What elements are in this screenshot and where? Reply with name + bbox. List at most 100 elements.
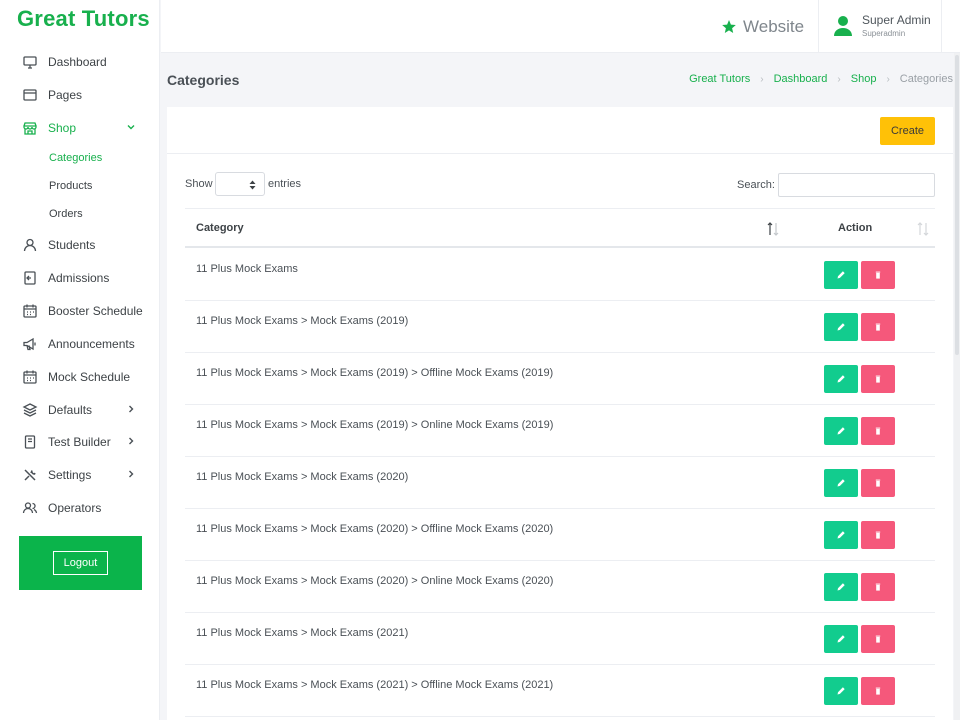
sort-icon[interactable] [766,221,780,237]
sidebar-item-label: Pages [48,88,83,102]
column-header-action: Action [838,222,873,234]
brand-logo[interactable]: Great Tutors [17,6,150,32]
website-link[interactable]: Website [721,17,804,37]
category-cell: 11 Plus Mock Exams > Mock Exams (2020) >… [196,523,554,535]
scrollbar-thumb[interactable] [955,55,959,355]
window-icon [22,87,38,103]
sidebar-item-test-builder[interactable]: Test Builder [0,429,160,455]
table-row: 11 Plus Mock Exams > Mock Exams (2019) >… [185,353,935,405]
pencil-icon [837,583,845,591]
sidebar-item-label: Settings [48,468,92,482]
sidebar-subitem-products[interactable]: Products [49,180,92,192]
search-input[interactable] [778,173,935,197]
calendar-icon [22,303,38,319]
sidebar-item-pages[interactable]: Pages [0,82,160,108]
sidebar-item-label: Shop [48,121,77,135]
table-row: 11 Plus Mock Exams > Mock Exams (2020) >… [185,561,935,613]
entries-label: entries [268,178,302,190]
enter-icon [22,270,38,286]
category-cell: 11 Plus Mock Exams > Mock Exams (2020) >… [196,575,554,587]
sidebar-item-defaults[interactable]: Defaults [0,397,160,423]
sidebar-item-label: Announcements [48,337,135,351]
delete-button[interactable] [861,521,895,549]
sidebar-item-label: Test Builder [48,435,111,449]
sidebar-item-mock-schedule[interactable]: Mock Schedule [0,364,160,390]
category-cell: 11 Plus Mock Exams > Mock Exams (2021) >… [196,679,554,691]
sidebar-item-operators[interactable]: Operators [0,495,160,521]
chevron-right-icon [126,404,136,414]
edit-button[interactable] [824,469,858,497]
edit-button[interactable] [824,417,858,445]
categories-card: Create Show entries Search: Category Act… [167,107,953,720]
tools-icon [22,467,38,483]
column-header-category[interactable]: Category [196,222,244,234]
edit-button[interactable] [824,521,858,549]
sidebar-item-settings[interactable]: Settings [0,462,160,488]
chevron-right-icon: › [886,73,890,85]
entries-select[interactable] [215,172,265,196]
website-label: Website [743,17,805,36]
trash-icon [875,323,881,331]
delete-button[interactable] [861,573,895,601]
delete-button[interactable] [861,261,895,289]
layers-icon [22,402,38,418]
table-row: 11 Plus Mock Exams > Mock Exams (2019) >… [185,405,935,457]
breadcrumb-shop[interactable]: Shop [851,73,877,85]
trash-icon [875,271,881,279]
delete-button[interactable] [861,469,895,497]
logout-button[interactable]: Logout [53,551,108,575]
sort-arrows-icon [249,180,256,190]
breadcrumb-dashboard[interactable]: Dashboard [774,73,828,85]
pencil-icon [837,531,845,539]
sidebar-item-dashboard[interactable]: Dashboard [0,49,160,75]
delete-button[interactable] [861,417,895,445]
sidebar-subitem-orders[interactable]: Orders [49,208,83,220]
user-icon [22,237,38,253]
chevron-right-icon: › [760,73,764,85]
breadcrumb-great-tutors[interactable]: Great Tutors [689,73,750,85]
star-icon [721,19,737,35]
sidebar-item-admissions[interactable]: Admissions [0,265,160,291]
delete-button[interactable] [861,365,895,393]
page-scrollbar[interactable] [954,53,960,720]
sort-icon [917,222,929,236]
category-cell: 11 Plus Mock Exams > Mock Exams (2019) >… [196,419,554,431]
edit-button[interactable] [824,573,858,601]
delete-button[interactable] [861,677,895,705]
trash-icon [875,479,881,487]
category-cell: 11 Plus Mock Exams > Mock Exams (2020) [196,471,409,483]
edit-button[interactable] [824,625,858,653]
trash-icon [875,427,881,435]
sidebar: Great Tutors Dashboard Pages Shop Catego… [0,0,160,720]
calendar-icon [22,369,38,385]
pencil-icon [837,635,845,643]
user-menu[interactable]: Super Admin Superadmin [818,0,942,53]
monitor-icon [22,54,38,70]
category-cell: 11 Plus Mock Exams [196,263,298,275]
edit-button[interactable] [824,365,858,393]
search-label: Search: [737,179,775,191]
sidebar-item-announcements[interactable]: Announcements [0,331,160,357]
delete-button[interactable] [861,625,895,653]
create-button[interactable]: Create [880,117,935,145]
store-icon [22,120,38,136]
edit-button[interactable] [824,677,858,705]
pencil-icon [837,427,845,435]
sidebar-subitem-categories[interactable]: Categories [49,152,102,164]
edit-button[interactable] [824,261,858,289]
sidebar-item-shop[interactable]: Shop [0,115,160,141]
sidebar-item-label: Admissions [48,271,110,285]
delete-button[interactable] [861,313,895,341]
chevron-right-icon [126,436,136,446]
breadcrumb-categories: Categories [899,73,953,85]
table-row: 11 Plus Mock Exams > Mock Exams (2021) >… [185,665,935,717]
pencil-icon [837,687,845,695]
table-row: 11 Plus Mock Exams > Mock Exams (2019) [185,301,935,353]
card-header: Create [167,107,953,154]
sidebar-item-students[interactable]: Students [0,232,160,258]
edit-button[interactable] [824,313,858,341]
avatar-icon [833,15,853,37]
trash-icon [875,531,881,539]
sidebar-item-booster-schedule[interactable]: Booster Schedule [0,298,160,324]
sidebar-item-label: Booster Schedule [48,304,143,318]
